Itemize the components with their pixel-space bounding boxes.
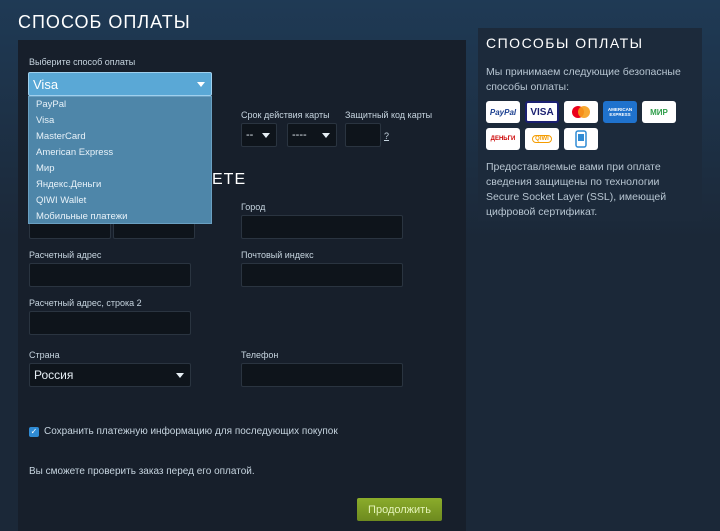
payment-method-option[interactable]: American Express <box>29 145 211 161</box>
yandex-money-icon: ДЕНЬГИ <box>486 128 520 150</box>
qiwi-icon: QIWI <box>525 128 559 150</box>
mir-icon: МИР <box>642 101 676 123</box>
cvv-label: Защитный код карты <box>345 110 433 120</box>
amex-icon: AMERICAN EXPRESS <box>603 101 637 123</box>
save-info-label: Сохранить платежную информацию для после… <box>44 426 338 437</box>
billing-address2-input[interactable] <box>29 311 191 335</box>
payment-methods-sidebar: СПОСОБЫ ОПЛАТЫ Мы принимаем следующие бе… <box>478 28 702 221</box>
billing-address-input[interactable] <box>29 263 191 287</box>
visa-icon: VISA <box>525 101 559 123</box>
payment-method-option[interactable]: Яндекс.Деньги <box>29 177 211 193</box>
phone-input[interactable] <box>241 363 403 387</box>
postal-code-input[interactable] <box>241 263 403 287</box>
sidebar-title: СПОСОБЫ ОПЛАТЫ <box>486 35 644 51</box>
expiry-month-value: -- <box>246 129 254 141</box>
payment-method-option[interactable]: Мир <box>29 161 211 177</box>
expiry-label: Срок действия карты <box>241 110 330 120</box>
save-info-row[interactable]: ✓ Сохранить платежную информацию для пос… <box>29 426 338 437</box>
mastercard-icon <box>564 101 598 123</box>
country-select[interactable]: Россия <box>29 363 191 387</box>
mobile-payment-icon <box>564 128 598 150</box>
chevron-down-icon <box>197 82 205 87</box>
city-label: Город <box>241 202 266 212</box>
payment-method-value: Visa <box>33 76 59 92</box>
billing-address2-label: Расчетный адрес, строка 2 <box>29 298 142 308</box>
chevron-down-icon <box>262 133 270 138</box>
cvv-help-link[interactable]: ? <box>384 131 389 141</box>
chevron-down-icon <box>322 133 330 138</box>
page-title: СПОСОБ ОПЛАТЫ <box>18 12 191 32</box>
payment-method-option[interactable]: PayPal <box>29 97 211 113</box>
paypal-icon: PayPal <box>486 101 520 123</box>
phone-label: Телефон <box>241 350 279 360</box>
sidebar-intro: Мы принимаем следующие безопасные способ… <box>486 66 681 93</box>
payment-method-label: Выберите способ оплаты <box>29 57 136 67</box>
country-value: Россия <box>34 368 74 382</box>
expiry-month-select[interactable]: -- <box>241 123 277 147</box>
billing-address-label: Расчетный адрес <box>29 250 102 260</box>
continue-button[interactable]: Продолжить <box>357 498 442 521</box>
expiry-year-value: ---- <box>292 129 307 141</box>
payment-method-select[interactable]: Visa <box>28 72 212 96</box>
sidebar-security-note: Предоставляемые вами при оплате сведения… <box>486 161 667 218</box>
payment-method-option[interactable]: Visa <box>29 113 211 129</box>
save-info-checkbox[interactable]: ✓ <box>29 426 39 437</box>
expiry-year-select[interactable]: ---- <box>287 123 337 147</box>
review-note: Вы сможете проверить заказ перед его опл… <box>29 466 255 477</box>
payment-method-option[interactable]: Мобильные платежи <box>29 209 211 225</box>
payment-method-option[interactable]: MasterCard <box>29 129 211 145</box>
payment-method-option[interactable]: QIWI Wallet <box>29 193 211 209</box>
billing-section-heading: ЕТЕ <box>212 171 247 188</box>
chevron-down-icon <box>176 373 184 378</box>
city-input[interactable] <box>241 215 403 239</box>
accepted-cards: PayPal VISA AMERICAN EXPRESS МИР ДЕНЬГИ QIWI <box>486 101 686 150</box>
postal-code-label: Почтовый индекс <box>241 250 314 260</box>
country-label: Страна <box>29 350 60 360</box>
payment-method-dropdown: PayPal Visa MasterCard American Express Мир Я… <box>28 96 212 224</box>
cvv-input[interactable] <box>345 123 381 147</box>
